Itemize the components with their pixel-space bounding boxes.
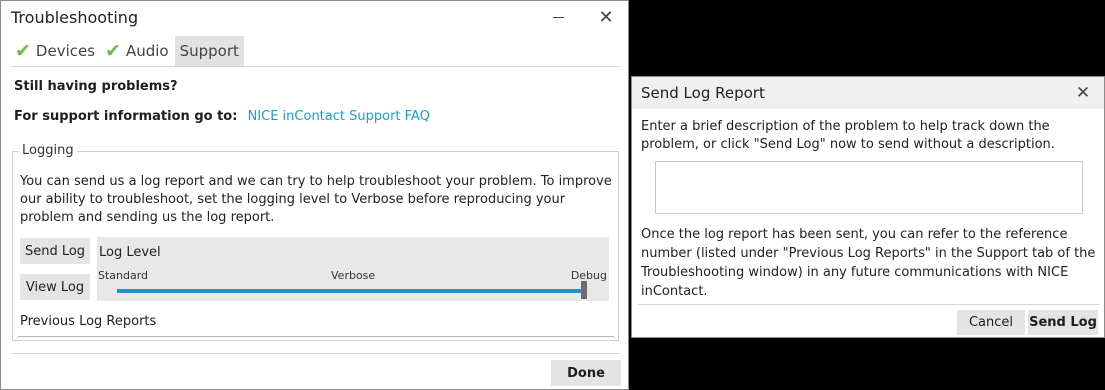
dialog-title-bar: Send Log Report ✕ <box>632 77 1104 109</box>
tab-label: Audio <box>125 42 169 60</box>
checkmark-icon: ✔ <box>105 40 121 62</box>
dialog-title: Send Log Report <box>641 84 765 102</box>
problem-description-input[interactable] <box>655 161 1083 214</box>
previous-log-reports-expander[interactable]: Previous Log Reports <box>20 314 156 329</box>
tab-devices[interactable]: ✔ Devices <box>11 36 99 66</box>
send-log-report-dialog: Send Log Report ✕ Enter a brief descript… <box>631 76 1105 338</box>
tab-label: Support <box>179 42 239 60</box>
cancel-button[interactable]: Cancel <box>957 310 1025 335</box>
close-icon: ✕ <box>598 6 614 28</box>
minimize-icon <box>552 16 564 18</box>
support-info-row: For support information go to: NICE inCo… <box>14 109 430 124</box>
log-level-verbose-label: Verbose <box>331 269 376 282</box>
footer-divider <box>11 353 620 354</box>
dialog-reference-info: Once the log report has been sent, you c… <box>641 227 1096 299</box>
logging-legend: Logging <box>19 143 77 158</box>
send-log-button[interactable]: Send Log <box>20 238 90 264</box>
logging-description: You can send us a log report and we can … <box>20 174 612 225</box>
log-level-debug-label: Debug <box>570 269 607 282</box>
view-log-button[interactable]: View Log <box>20 274 90 300</box>
close-button[interactable]: ✕ <box>591 5 621 29</box>
support-label: For support information go to: <box>14 109 238 124</box>
tab-support[interactable]: Support <box>174 36 244 66</box>
tab-bar: ✔ Devices ✔ Audio Support <box>11 36 246 66</box>
tab-divider <box>11 66 620 67</box>
log-level-slider-track[interactable] <box>117 289 583 293</box>
previous-log-reports-divider <box>18 336 614 337</box>
logging-group: Logging You can send us a log report and… <box>12 143 619 341</box>
still-problems-heading: Still having problems? <box>14 79 178 94</box>
tab-label: Devices <box>35 42 96 60</box>
troubleshooting-window: Troubleshooting ✕ ✔ Devices ✔ Audio Supp… <box>0 0 629 390</box>
log-level-slider-thumb[interactable] <box>581 281 587 299</box>
log-level-panel: Log Level Standard Verbose Debug <box>97 237 609 301</box>
support-faq-link[interactable]: NICE inContact Support FAQ <box>248 109 430 124</box>
tab-audio[interactable]: ✔ Audio <box>101 36 173 66</box>
window-title: Troubleshooting <box>11 8 139 27</box>
checkmark-icon: ✔ <box>15 40 31 62</box>
dialog-footer-divider <box>638 304 1099 305</box>
dialog-close-button[interactable]: ✕ <box>1068 81 1098 105</box>
close-icon: ✕ <box>1075 83 1091 103</box>
minimize-button[interactable] <box>543 5 573 29</box>
dialog-send-log-button[interactable]: Send Log <box>1028 310 1098 335</box>
dialog-instructions: Enter a brief description of the problem… <box>641 119 1055 152</box>
title-bar: Troubleshooting ✕ <box>1 1 628 34</box>
log-level-title: Log Level <box>99 245 161 260</box>
done-button[interactable]: Done <box>551 360 621 386</box>
log-level-standard-label: Standard <box>98 269 149 282</box>
